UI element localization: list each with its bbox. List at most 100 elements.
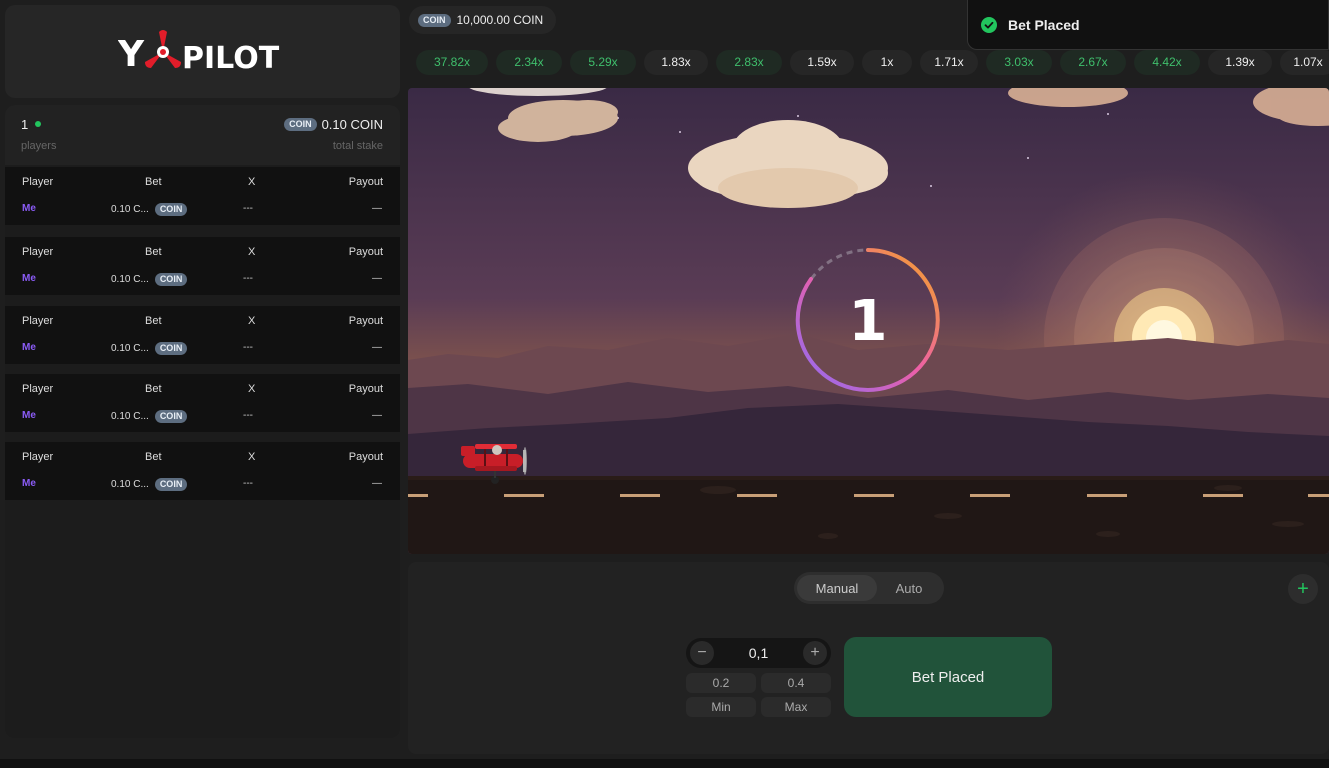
bet-placed-button[interactable]: Bet Placed: [844, 637, 1052, 717]
row-payout: —: [372, 273, 382, 284]
history-chip[interactable]: 1.83x: [644, 49, 708, 75]
players-count: 1: [21, 117, 29, 132]
total-stake-label: total stake: [332, 140, 383, 152]
mode-auto-tab[interactable]: Auto: [877, 575, 941, 601]
bet-table: Player Bet X Payout Me 0.10 C... COIN ---…: [5, 167, 400, 225]
history-chip[interactable]: 4.42x: [1134, 49, 1200, 75]
toast-text: Bet Placed: [1008, 16, 1080, 33]
history-chip[interactable]: 1x: [862, 49, 912, 75]
decrease-bet-button[interactable]: −: [690, 641, 714, 665]
row-payout: —: [372, 478, 382, 489]
header-bet: Bet: [145, 383, 162, 395]
mode-toggle: Manual Auto: [794, 572, 944, 604]
add-bet-button[interactable]: +: [1288, 574, 1318, 604]
history-chip[interactable]: 1.71x: [920, 49, 978, 75]
header-x: X: [248, 315, 256, 327]
row-multiplier: ---: [243, 478, 253, 489]
yopilot-logo: Y PILOT: [118, 29, 280, 76]
propeller-icon: [144, 29, 181, 68]
history-chip[interactable]: 2.34x: [496, 49, 562, 75]
players-panel: 1 players COIN 0.10 COIN total stake Pla…: [5, 105, 400, 738]
row-bet: 0.10 C... COIN: [111, 203, 188, 216]
row-multiplier: ---: [243, 342, 253, 353]
header-player: Player: [22, 383, 54, 395]
total-stake: COIN 0.10 COIN: [284, 117, 383, 132]
coin-badge: COIN: [154, 273, 188, 286]
mode-manual-tab[interactable]: Manual: [797, 575, 877, 601]
history-chip[interactable]: 1.59x: [790, 49, 854, 75]
row-player: Me: [22, 478, 36, 489]
balance-display: COIN 10,000.00 COIN: [409, 6, 556, 34]
bet-amount-input[interactable]: 0,1: [716, 638, 801, 668]
coin-badge: COIN: [154, 478, 188, 491]
row-bet-value: 0.10 C...: [111, 274, 149, 285]
history-chip[interactable]: 1.07x: [1280, 49, 1329, 75]
logo-panel: Y PILOT: [5, 5, 400, 98]
history-chip[interactable]: 37.82x: [416, 49, 488, 75]
coin-badge: COIN: [284, 118, 317, 131]
row-bet-value: 0.10 C...: [111, 411, 149, 422]
header-player: Player: [22, 246, 54, 258]
row-multiplier: ---: [243, 273, 253, 284]
header-player: Player: [22, 315, 54, 327]
row-player: Me: [22, 410, 36, 421]
row-player: Me: [22, 273, 36, 284]
header-bet: Bet: [145, 176, 162, 188]
increase-bet-button[interactable]: +: [803, 641, 827, 665]
row-bet: 0.10 C... COIN: [111, 342, 188, 355]
row-bet: 0.10 C... COIN: [111, 410, 188, 423]
row-player: Me: [22, 203, 36, 214]
bet-table: Player Bet X Payout Me 0.10 C... COIN ---…: [5, 442, 400, 500]
header-payout: Payout: [348, 451, 383, 463]
balance-amount: 10,000.00 COIN: [456, 13, 544, 27]
header-payout: Payout: [348, 315, 383, 327]
row-payout: —: [372, 342, 382, 353]
check-circle-icon: [981, 16, 997, 33]
header-player: Player: [22, 176, 54, 188]
bet-placed-toast: Bet Placed: [967, 0, 1329, 50]
bet-table: Player Bet X Payout Me 0.10 C... COIN ---…: [5, 374, 400, 432]
quick-bet-0-2-button[interactable]: 0.2: [686, 673, 756, 693]
history-chip[interactable]: 1.39x: [1208, 49, 1272, 75]
bet-table: Player Bet X Payout Me 0.10 C... COIN ---…: [5, 237, 400, 295]
game-canvas: 1: [408, 88, 1329, 554]
row-multiplier: ---: [243, 203, 253, 214]
countdown-number: 1: [849, 289, 888, 354]
history-chip[interactable]: 2.67x: [1060, 49, 1126, 75]
bottom-strip: [0, 759, 1329, 768]
header-player: Player: [22, 451, 54, 463]
history-chip[interactable]: 2.83x: [716, 49, 782, 75]
max-bet-button[interactable]: Max: [761, 697, 831, 717]
row-bet: 0.10 C... COIN: [111, 478, 188, 491]
header-x: X: [248, 451, 256, 463]
bet-controls-panel: Manual Auto + − 0,1 + 0.2 0.4 Min Max Be…: [408, 562, 1329, 754]
row-bet: 0.10 C... COIN: [111, 273, 188, 286]
svg-text:Y: Y: [118, 34, 145, 75]
players-label: players: [21, 140, 57, 152]
runway: [408, 478, 1329, 554]
header-bet: Bet: [145, 451, 162, 463]
header-payout: Payout: [348, 246, 383, 258]
online-dot-icon: [35, 121, 41, 127]
history-chip[interactable]: 5.29x: [570, 49, 636, 75]
quick-bet-0-4-button[interactable]: 0.4: [761, 673, 831, 693]
row-payout: —: [372, 203, 382, 214]
header-x: X: [248, 246, 256, 258]
row-bet-value: 0.10 C...: [111, 479, 149, 490]
coin-badge: COIN: [154, 342, 188, 355]
row-multiplier: ---: [243, 410, 253, 421]
header-payout: Payout: [348, 176, 383, 188]
players-summary: 1 players COIN 0.10 COIN total stake: [5, 105, 400, 165]
header-x: X: [248, 176, 256, 188]
svg-text:PILOT: PILOT: [182, 41, 280, 76]
header-bet: Bet: [145, 315, 162, 327]
total-stake-value: 0.10 COIN: [321, 117, 383, 132]
row-player: Me: [22, 342, 36, 353]
header-bet: Bet: [145, 246, 162, 258]
bet-table: Player Bet X Payout Me 0.10 C... COIN ---…: [5, 306, 400, 364]
coin-badge: COIN: [154, 203, 188, 216]
bet-amount-stepper: − 0,1 +: [686, 638, 831, 668]
row-bet-value: 0.10 C...: [111, 343, 149, 354]
history-chip[interactable]: 3.03x: [986, 49, 1052, 75]
min-bet-button[interactable]: Min: [686, 697, 756, 717]
